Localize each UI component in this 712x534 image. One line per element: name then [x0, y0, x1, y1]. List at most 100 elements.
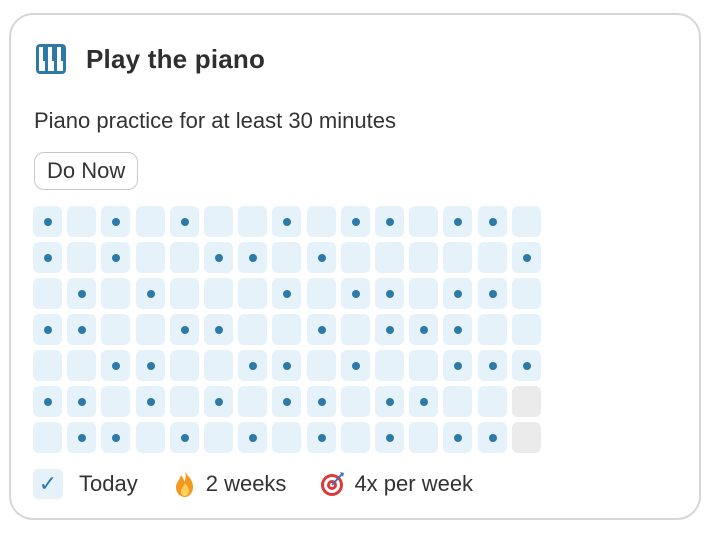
history-cell-empty[interactable]	[238, 386, 267, 417]
history-cell-empty[interactable]	[375, 242, 404, 273]
history-cell-empty[interactable]	[204, 278, 233, 309]
history-cell-empty[interactable]	[67, 242, 96, 273]
history-cell-empty[interactable]	[478, 314, 507, 345]
history-cell-done[interactable]	[375, 314, 404, 345]
history-cell-empty[interactable]	[409, 278, 438, 309]
history-cell-done[interactable]	[375, 206, 404, 237]
history-cell-empty[interactable]	[170, 386, 199, 417]
history-cell-done[interactable]	[33, 386, 62, 417]
history-cell-empty[interactable]	[341, 314, 370, 345]
history-cell-empty[interactable]	[512, 278, 541, 309]
history-cell-done[interactable]	[512, 350, 541, 381]
history-cell-empty[interactable]	[136, 422, 165, 453]
history-cell-done[interactable]	[67, 314, 96, 345]
history-cell-empty[interactable]	[136, 206, 165, 237]
history-cell-empty[interactable]	[204, 206, 233, 237]
history-cell-done[interactable]	[170, 206, 199, 237]
today-check-icon[interactable]: ✓	[33, 469, 63, 499]
history-cell-empty[interactable]	[512, 206, 541, 237]
history-cell-empty[interactable]	[341, 242, 370, 273]
history-cell-empty[interactable]	[409, 422, 438, 453]
history-cell-empty[interactable]	[67, 350, 96, 381]
history-cell-future[interactable]	[512, 386, 541, 417]
history-cell-empty[interactable]	[307, 206, 336, 237]
history-cell-empty[interactable]	[170, 278, 199, 309]
history-cell-done[interactable]	[375, 422, 404, 453]
history-cell-empty[interactable]	[136, 242, 165, 273]
history-cell-empty[interactable]	[238, 206, 267, 237]
history-cell-empty[interactable]	[478, 386, 507, 417]
history-cell-empty[interactable]	[33, 350, 62, 381]
history-cell-done[interactable]	[307, 242, 336, 273]
history-cell-empty[interactable]	[512, 314, 541, 345]
history-cell-empty[interactable]	[307, 278, 336, 309]
history-cell-done[interactable]	[33, 314, 62, 345]
history-cell-empty[interactable]	[409, 206, 438, 237]
history-cell-done[interactable]	[170, 314, 199, 345]
history-cell-empty[interactable]	[375, 350, 404, 381]
history-cell-empty[interactable]	[101, 386, 130, 417]
history-cell-done[interactable]	[101, 422, 130, 453]
history-cell-done[interactable]	[238, 350, 267, 381]
history-cell-done[interactable]	[341, 278, 370, 309]
history-cell-empty[interactable]	[307, 350, 336, 381]
history-cell-empty[interactable]	[101, 278, 130, 309]
history-cell-empty[interactable]	[443, 386, 472, 417]
history-cell-done[interactable]	[136, 278, 165, 309]
history-cell-done[interactable]	[341, 206, 370, 237]
history-cell-empty[interactable]	[67, 206, 96, 237]
history-cell-empty[interactable]	[443, 242, 472, 273]
history-cell-done[interactable]	[307, 386, 336, 417]
history-cell-empty[interactable]	[170, 242, 199, 273]
history-cell-done[interactable]	[136, 350, 165, 381]
history-cell-done[interactable]	[272, 206, 301, 237]
history-cell-done[interactable]	[478, 278, 507, 309]
history-cell-done[interactable]	[478, 206, 507, 237]
history-cell-empty[interactable]	[101, 314, 130, 345]
history-cell-done[interactable]	[272, 278, 301, 309]
history-cell-done[interactable]	[67, 278, 96, 309]
history-cell-done[interactable]	[101, 206, 130, 237]
history-cell-done[interactable]	[443, 314, 472, 345]
history-cell-empty[interactable]	[272, 242, 301, 273]
history-cell-done[interactable]	[204, 314, 233, 345]
history-cell-done[interactable]	[238, 422, 267, 453]
history-cell-empty[interactable]	[478, 242, 507, 273]
history-cell-empty[interactable]	[33, 278, 62, 309]
history-cell-done[interactable]	[341, 350, 370, 381]
history-cell-future[interactable]	[512, 422, 541, 453]
history-cell-done[interactable]	[101, 242, 130, 273]
history-cell-empty[interactable]	[204, 422, 233, 453]
history-cell-done[interactable]	[204, 386, 233, 417]
history-cell-done[interactable]	[478, 350, 507, 381]
history-cell-done[interactable]	[375, 278, 404, 309]
history-cell-empty[interactable]	[341, 386, 370, 417]
history-cell-done[interactable]	[443, 422, 472, 453]
history-cell-done[interactable]	[33, 206, 62, 237]
history-cell-done[interactable]	[375, 386, 404, 417]
history-cell-done[interactable]	[409, 386, 438, 417]
history-cell-empty[interactable]	[341, 422, 370, 453]
history-cell-done[interactable]	[101, 350, 130, 381]
history-cell-empty[interactable]	[238, 314, 267, 345]
history-cell-done[interactable]	[136, 386, 165, 417]
history-cell-empty[interactable]	[272, 422, 301, 453]
history-cell-done[interactable]	[33, 242, 62, 273]
history-cell-done[interactable]	[272, 386, 301, 417]
history-cell-done[interactable]	[272, 350, 301, 381]
history-cell-empty[interactable]	[136, 314, 165, 345]
history-cell-done[interactable]	[409, 314, 438, 345]
history-cell-done[interactable]	[67, 386, 96, 417]
history-cell-done[interactable]	[443, 278, 472, 309]
history-cell-empty[interactable]	[409, 350, 438, 381]
history-cell-empty[interactable]	[33, 422, 62, 453]
history-cell-done[interactable]	[307, 422, 336, 453]
history-cell-done[interactable]	[204, 242, 233, 273]
history-cell-done[interactable]	[443, 206, 472, 237]
do-now-button[interactable]: Do Now	[34, 152, 139, 190]
history-cell-done[interactable]	[307, 314, 336, 345]
history-cell-done[interactable]	[170, 422, 199, 453]
history-cell-empty[interactable]	[238, 278, 267, 309]
history-cell-done[interactable]	[238, 242, 267, 273]
history-cell-empty[interactable]	[272, 314, 301, 345]
